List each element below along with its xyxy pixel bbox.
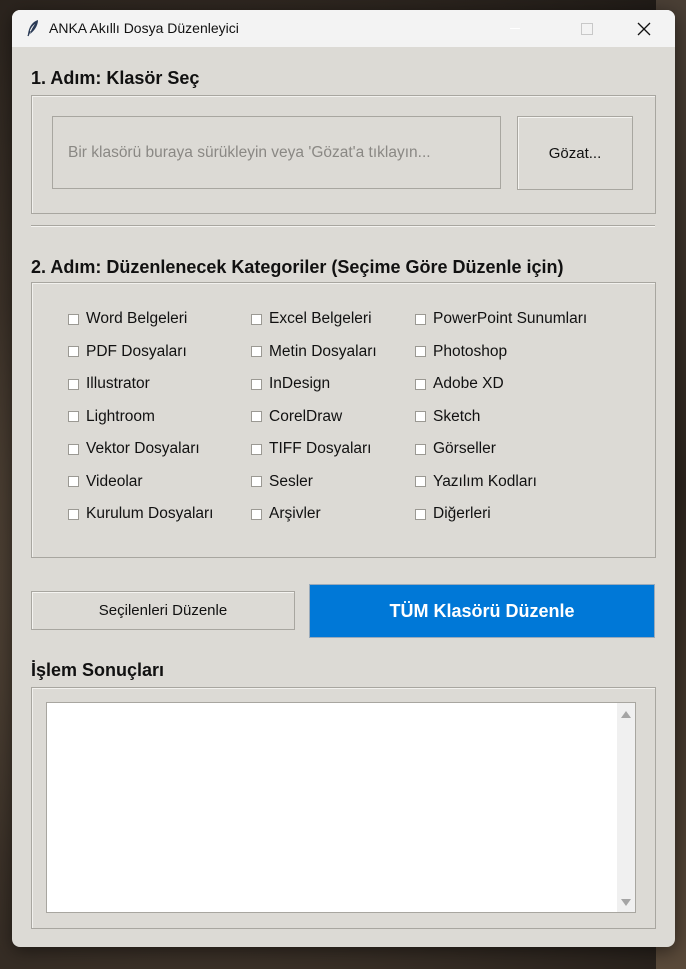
checkbox-square[interactable] <box>415 346 426 357</box>
category-checkbox[interactable]: Excel Belgeleri <box>251 310 372 328</box>
browse-button[interactable]: Gözat... <box>517 116 633 190</box>
close-icon <box>637 22 651 35</box>
category-label: Arşivler <box>269 505 321 522</box>
category-checkbox[interactable]: Sketch <box>415 408 480 426</box>
checkbox-square[interactable] <box>251 508 262 520</box>
checkbox-square[interactable] <box>251 476 262 487</box>
checkbox-square[interactable] <box>251 313 262 325</box>
results-scrollbar[interactable] <box>617 703 635 912</box>
category-label: Yazılım Kodları <box>433 472 537 490</box>
category-checkbox[interactable]: InDesign <box>251 375 330 393</box>
category-checkbox[interactable]: Sesler <box>251 473 313 491</box>
maximize-icon <box>581 22 593 35</box>
category-label: Adobe XD <box>433 375 504 392</box>
step2-heading: 2. Adım: Düzenlenecek Kategoriler (Seçim… <box>31 257 564 277</box>
app-window: ANKA Akıllı Dosya Düzenleyici 1. Adım: K… <box>12 10 675 947</box>
step1-heading: 1. Adım: Klasör Seç <box>31 68 200 88</box>
checkbox-square[interactable] <box>68 378 79 390</box>
checkbox-square[interactable] <box>68 476 79 487</box>
category-checkbox[interactable]: Photoshop <box>415 343 507 361</box>
category-checkbox[interactable]: Metin Dosyaları <box>251 343 377 361</box>
close-button[interactable] <box>621 10 667 47</box>
category-checkbox[interactable]: Lightroom <box>68 408 155 426</box>
window-title: ANKA Akıllı Dosya Düzenleyici <box>49 20 239 36</box>
category-checkbox[interactable]: Arşivler <box>251 505 321 523</box>
category-label: Vektor Dosyaları <box>86 440 200 457</box>
category-checkbox[interactable]: Diğerleri <box>415 505 491 523</box>
results-textbox[interactable] <box>46 702 636 913</box>
maximize-button[interactable] <box>564 10 610 47</box>
category-checkbox[interactable]: Kurulum Dosyaları <box>68 505 214 523</box>
category-label: PDF Dosyaları <box>86 342 187 360</box>
category-label: Metin Dosyaları <box>269 342 377 360</box>
checkbox-square[interactable] <box>251 443 262 455</box>
minimize-button[interactable] <box>492 10 538 47</box>
checkbox-square[interactable] <box>415 476 426 487</box>
category-checkbox[interactable]: PowerPoint Sunumları <box>415 310 587 328</box>
checkbox-square[interactable] <box>68 443 79 455</box>
category-checkbox[interactable]: CorelDraw <box>251 408 342 426</box>
section-divider <box>31 225 655 227</box>
checkbox-square[interactable] <box>68 346 79 357</box>
category-checkbox[interactable]: Vektor Dosyaları <box>68 440 200 458</box>
category-label: Görseller <box>433 440 496 457</box>
checkbox-square[interactable] <box>415 313 426 325</box>
checkbox-square[interactable] <box>251 346 262 357</box>
folder-drop-zone[interactable]: Bir klasörü buraya sürükleyin veya 'Göza… <box>52 116 501 189</box>
category-checkbox[interactable]: Görseller <box>415 440 496 458</box>
scroll-up-arrow-icon[interactable] <box>621 711 631 718</box>
results-text <box>47 703 635 711</box>
category-checkbox[interactable]: Yazılım Kodları <box>415 473 537 491</box>
category-label: Illustrator <box>86 375 150 392</box>
category-label: CorelDraw <box>269 407 343 425</box>
category-checkbox[interactable]: Word Belgeleri <box>68 310 187 328</box>
category-label: Diğerleri <box>433 505 491 522</box>
scroll-down-arrow-icon[interactable] <box>621 899 631 906</box>
category-label: Sesler <box>269 472 313 490</box>
category-checkbox[interactable]: Videolar <box>68 473 143 491</box>
results-heading: İşlem Sonuçları <box>31 660 165 680</box>
category-checkbox[interactable]: PDF Dosyaları <box>68 343 187 361</box>
checkbox-square[interactable] <box>415 411 426 422</box>
category-label: Excel Belgeleri <box>269 310 372 327</box>
feather-icon <box>24 19 42 37</box>
checkbox-square[interactable] <box>68 508 79 520</box>
minimize-icon <box>510 28 520 29</box>
category-label: TIFF Dosyaları <box>269 440 372 457</box>
category-checkbox[interactable]: Adobe XD <box>415 375 504 393</box>
category-label: Sketch <box>433 407 481 425</box>
checkbox-square[interactable] <box>68 411 79 422</box>
category-checkbox[interactable]: Illustrator <box>68 375 150 393</box>
checkbox-square[interactable] <box>251 411 262 422</box>
category-label: Videolar <box>86 472 143 490</box>
checkbox-square[interactable] <box>251 378 262 390</box>
category-label: Word Belgeleri <box>86 310 188 327</box>
checkbox-square[interactable] <box>415 443 426 455</box>
checkbox-square[interactable] <box>415 508 426 520</box>
category-checkbox[interactable]: TIFF Dosyaları <box>251 440 371 458</box>
category-label: Kurulum Dosyaları <box>86 505 214 522</box>
checkbox-square[interactable] <box>68 313 79 325</box>
checkbox-square[interactable] <box>415 378 426 390</box>
organize-selected-button[interactable]: Seçilenleri Düzenle <box>31 591 295 630</box>
category-label: InDesign <box>269 375 331 392</box>
category-label: PowerPoint Sunumları <box>433 310 588 327</box>
title-bar: ANKA Akıllı Dosya Düzenleyici <box>12 10 675 47</box>
category-label: Photoshop <box>433 342 508 360</box>
drop-zone-placeholder: Bir klasörü buraya sürükleyin veya 'Göza… <box>68 143 431 161</box>
category-label: Lightroom <box>86 407 155 425</box>
organize-all-button[interactable]: TÜM Klasörü Düzenle <box>309 584 655 638</box>
